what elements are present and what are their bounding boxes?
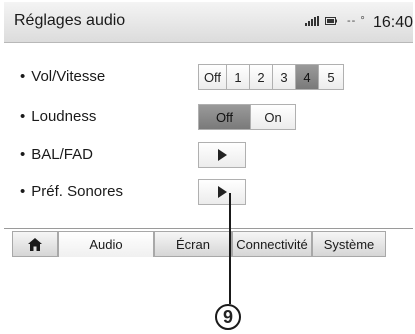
setting-label-bal-fad: • BAL/FAD [20,146,93,163]
vol-vitesse-option-1[interactable]: 1 [227,65,250,89]
vol-vitesse-option-5[interactable]: 5 [319,65,343,89]
bullet: • [20,68,26,85]
vol-vitesse-option-2[interactable]: 2 [250,65,273,89]
bullet: • [20,108,26,125]
callout-number: 9 [215,304,241,330]
vol-vitesse-option-4[interactable]: 4 [296,65,319,89]
battery-icon [325,17,337,25]
page-title: Réglages audio [14,12,126,29]
setting-label-vol-vitesse: • Vol/Vitesse [20,68,106,85]
pref-sonores-button[interactable] [198,179,246,205]
signal-icon [305,16,319,26]
temperature-readout: -- ° [347,15,366,27]
audio-settings-screen: Réglages audio -- ° 16:40 • Vol/Vitesse O… [0,0,413,259]
vol-vitesse-option-off[interactable]: Off [199,65,227,89]
tab-audio[interactable]: Audio [58,231,154,257]
bullet: • [20,146,26,163]
clock: 16:40 [373,14,414,31]
bullet: • [20,183,26,200]
tab-home[interactable] [12,231,58,257]
bal-fad-button[interactable] [198,142,246,168]
tab-ecran[interactable]: Écran [154,231,232,257]
home-icon [28,237,42,251]
setting-label-loudness: • Loudness [20,108,97,125]
tab-connectivite[interactable]: Connectivité [232,231,312,257]
play-icon [217,186,227,198]
tab-systeme[interactable]: Système [312,231,386,257]
status-bar: Réglages audio -- ° 16:40 [4,2,413,43]
loudness-option-on[interactable]: On [251,105,295,129]
callout-line [229,193,231,304]
tab-bar: Audio Écran Connectivité Système [4,228,413,259]
play-icon [217,149,227,161]
vol-vitesse-selector: Off 1 2 3 4 5 [198,64,344,90]
setting-label-pref-sonores: • Préf. Sonores [20,183,123,200]
vol-vitesse-option-3[interactable]: 3 [273,65,296,89]
loudness-option-off[interactable]: Off [199,105,251,129]
loudness-selector: Off On [198,104,296,130]
